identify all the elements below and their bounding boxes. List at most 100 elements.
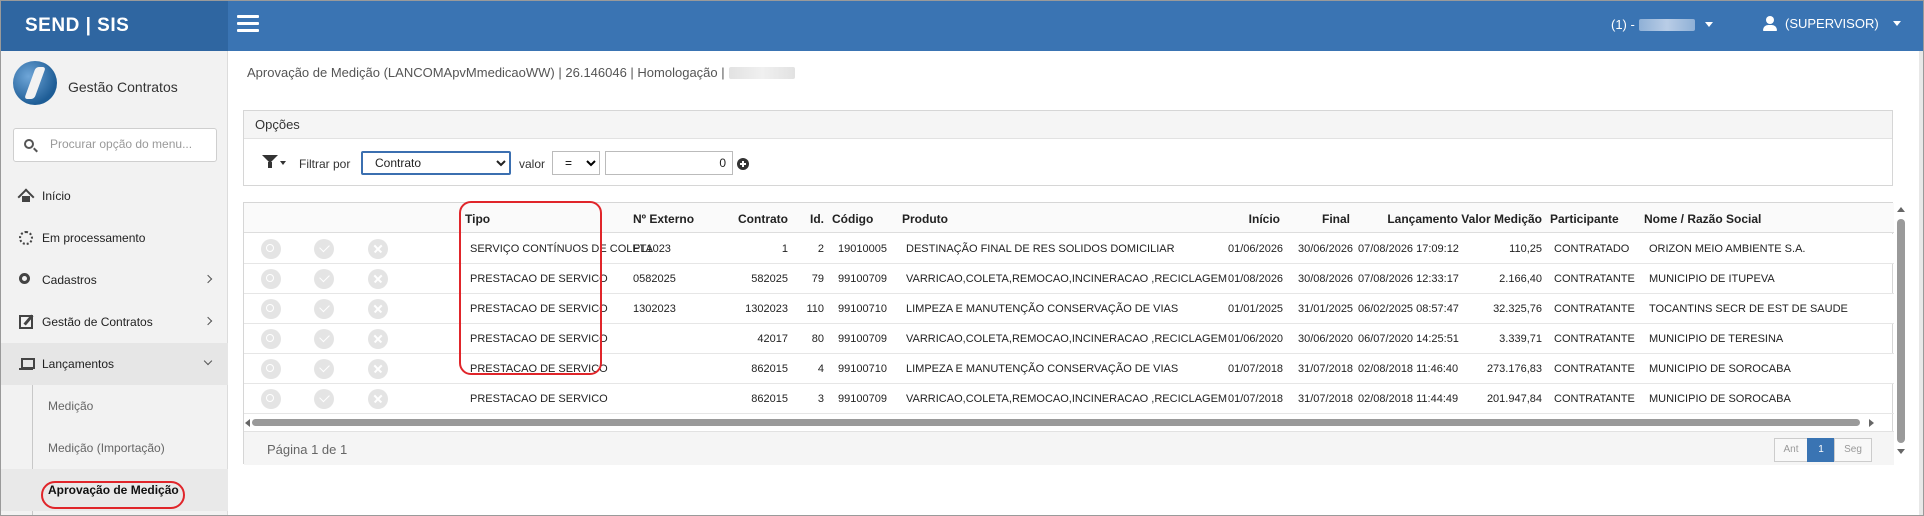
environment-selector[interactable]: (1) - xyxy=(1611,17,1713,32)
value-label: valor xyxy=(519,157,546,171)
cell-participante: CONTRATADO xyxy=(1554,243,1630,255)
spinner-icon xyxy=(19,231,33,245)
prev-page-button[interactable]: Ant xyxy=(1774,438,1808,462)
options-title: Opções xyxy=(244,111,1892,139)
operator-select[interactable]: = xyxy=(552,151,600,175)
cell-nome-razao-social: MUNICIPIO DE TERESINA xyxy=(1649,333,1784,345)
sidebar-item-gestao-contratos[interactable]: Gestão de Contratos xyxy=(1,301,228,343)
user-icon xyxy=(1763,16,1777,31)
approve-icon[interactable] xyxy=(314,389,334,409)
horizontal-scrollbar[interactable] xyxy=(252,419,1860,426)
cell-final: 30/06/2026 xyxy=(1298,243,1354,255)
cell-valor-medicao: 110,25 xyxy=(1509,243,1542,255)
home-icon xyxy=(19,189,33,203)
cell-codigo: 99100710 xyxy=(838,363,887,375)
column-header-participante[interactable]: Participante xyxy=(1550,212,1619,226)
table-row[interactable]: PRESTACAO DE SERVICO 862015 3 99100709 VARRI… xyxy=(244,384,1894,414)
breadcrumb: Aprovação de Medição (LANCOMApvMmedicaoW… xyxy=(247,65,795,80)
cell-nome-razao-social: MUNICIPIO DE ITUPEVA xyxy=(1649,273,1775,285)
chevron-right-icon xyxy=(203,316,213,326)
cell-valor-medicao: 201.947,84 xyxy=(1486,393,1542,405)
column-header-valor-medicao[interactable]: Valor Medição xyxy=(1454,212,1542,226)
view-icon[interactable] xyxy=(261,239,281,259)
column-header-id[interactable]: Id. xyxy=(798,212,824,226)
options-panel: Opções Filtrar por Contrato valor = xyxy=(243,110,1893,186)
filter-label: Filtrar por xyxy=(299,157,351,171)
column-header-inicio[interactable]: Início xyxy=(1238,212,1280,226)
approve-icon[interactable] xyxy=(314,329,334,349)
cell-id: 2 xyxy=(817,243,824,255)
filter-field-select[interactable]: Contrato xyxy=(361,151,511,175)
reject-icon[interactable] xyxy=(368,389,388,409)
brand-logo[interactable]: SEND | SIS xyxy=(1,1,228,51)
cell-id: 3 xyxy=(817,393,824,405)
cell-contrato: 1302023 xyxy=(745,303,788,315)
user-menu[interactable]: (SUPERVISOR) xyxy=(1763,16,1901,31)
cell-tipo: PRESTACAO DE SERVICO xyxy=(470,393,608,405)
view-icon[interactable] xyxy=(261,269,281,289)
add-filter-icon[interactable] xyxy=(737,158,749,170)
column-header-codigo[interactable]: Código xyxy=(832,212,873,226)
scroll-down-arrow[interactable] xyxy=(1897,449,1905,454)
vertical-scrollbar[interactable] xyxy=(1897,219,1905,443)
cell-final: 30/06/2020 xyxy=(1298,333,1354,345)
reject-icon[interactable] xyxy=(368,299,388,319)
reject-icon[interactable] xyxy=(368,329,388,349)
view-icon[interactable] xyxy=(261,359,281,379)
approve-icon[interactable] xyxy=(314,359,334,379)
sidebar-item-cadastros[interactable]: Cadastros xyxy=(1,259,228,301)
cell-n-externo: 0582025 xyxy=(633,273,676,285)
company-logo xyxy=(13,61,57,105)
chevron-down-icon xyxy=(1704,22,1713,27)
filter-value-input[interactable] xyxy=(605,151,733,175)
grid-footer: Página 1 de 1 Ant 1 Seg xyxy=(244,431,1894,465)
sidebar-item-inicio[interactable]: Início xyxy=(1,175,228,217)
cell-final: 31/07/2018 xyxy=(1298,363,1354,375)
redacted-text xyxy=(1638,18,1695,31)
cell-lancamento: 07/08/2026 17:09:12 xyxy=(1358,243,1459,255)
cell-valor-medicao: 273.176,83 xyxy=(1486,363,1542,375)
scroll-up-arrow[interactable] xyxy=(1897,207,1905,212)
sidebar-item-lancamentos[interactable]: Lançamentos xyxy=(1,343,228,385)
cell-codigo: 99100710 xyxy=(838,303,887,315)
approve-icon[interactable] xyxy=(314,239,334,259)
page-1-button[interactable]: 1 xyxy=(1807,438,1835,462)
menu-search-input[interactable] xyxy=(50,137,210,151)
sidebar-subitem-medicao[interactable]: Medição xyxy=(1,385,228,427)
reject-icon[interactable] xyxy=(368,239,388,259)
column-header-nome-razao-social[interactable]: Nome / Razão Social xyxy=(1644,212,1761,226)
cell-produto: DESTINAÇÃO FINAL DE RES SOLIDOS DOMICILI… xyxy=(906,243,1175,255)
scroll-left-arrow[interactable] xyxy=(245,419,250,427)
cell-codigo: 19010005 xyxy=(838,243,887,255)
cell-id: 110 xyxy=(806,303,824,315)
column-header-lancamento[interactable]: Lançamento xyxy=(1374,212,1458,226)
sidebar-subitem-medicao-importacao[interactable]: Medição (Importação) xyxy=(1,427,228,469)
scroll-right-arrow[interactable] xyxy=(1869,419,1874,427)
column-header-n-externo[interactable]: Nº Externo xyxy=(633,212,694,226)
cell-nome-razao-social: TOCANTINS SECR DE EST DE SAUDE xyxy=(1649,303,1848,315)
approve-icon[interactable] xyxy=(314,269,334,289)
column-header-contrato[interactable]: Contrato xyxy=(726,212,788,226)
cell-codigo: 99100709 xyxy=(838,333,887,345)
gears-icon xyxy=(19,273,30,284)
next-page-button[interactable]: Seg xyxy=(1834,438,1872,462)
column-header-final[interactable]: Final xyxy=(1308,212,1350,226)
cell-codigo: 99100709 xyxy=(838,273,887,285)
sidebar-item-label: Em processamento xyxy=(42,231,146,245)
reject-icon[interactable] xyxy=(368,359,388,379)
hamburger-menu-icon[interactable] xyxy=(237,15,259,33)
cell-participante: CONTRATANTE xyxy=(1554,273,1635,285)
filter-icon[interactable] xyxy=(262,155,286,169)
view-icon[interactable] xyxy=(261,329,281,349)
reject-icon[interactable] xyxy=(368,269,388,289)
sidebar-item-label: Cadastros xyxy=(42,273,97,287)
approve-icon[interactable] xyxy=(314,299,334,319)
cell-final: 30/08/2026 xyxy=(1298,273,1354,285)
results-grid: Tipo Nº Externo Contrato Id. Código Prod… xyxy=(243,201,1894,465)
redacted-text xyxy=(728,66,795,79)
view-icon[interactable] xyxy=(261,389,281,409)
column-header-produto[interactable]: Produto xyxy=(902,212,948,226)
sidebar-item-label: Início xyxy=(42,189,71,203)
sidebar-item-em-processamento[interactable]: Em processamento xyxy=(1,217,228,259)
view-icon[interactable] xyxy=(261,299,281,319)
